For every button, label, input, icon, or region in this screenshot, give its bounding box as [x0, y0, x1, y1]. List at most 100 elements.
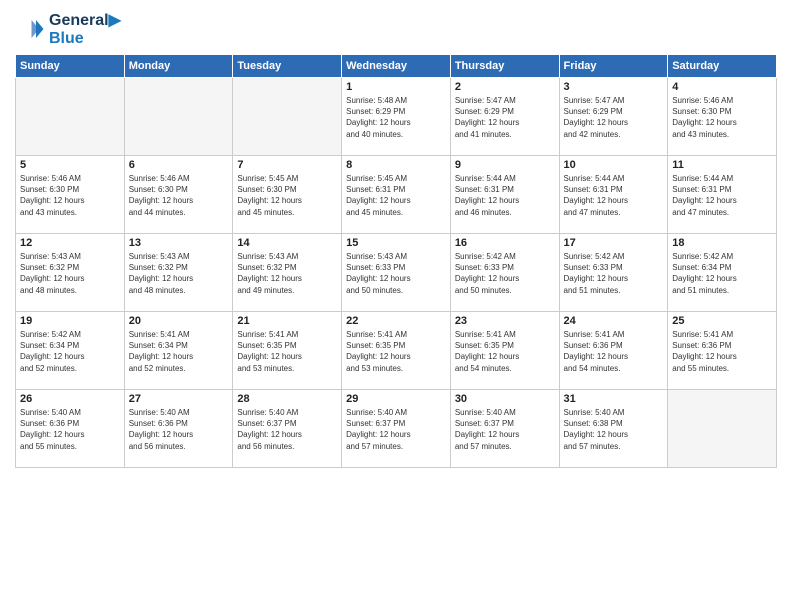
- calendar-cell: 31 Sunrise: 5:40 AM Sunset: 6:38 PM Dayli…: [559, 390, 668, 468]
- logo-icon: [15, 14, 45, 44]
- calendar-cell: 30 Sunrise: 5:40 AM Sunset: 6:37 PM Dayli…: [450, 390, 559, 468]
- calendar-cell: 27 Sunrise: 5:40 AM Sunset: 6:36 PM Dayli…: [124, 390, 233, 468]
- day-number: 2: [455, 81, 555, 93]
- calendar-cell: 12 Sunrise: 5:43 AM Sunset: 6:32 PM Dayli…: [16, 234, 125, 312]
- week-row-2: 5 Sunrise: 5:46 AM Sunset: 6:30 PM Daylig…: [16, 156, 777, 234]
- day-info: Sunrise: 5:42 AM Sunset: 6:33 PM Dayligh…: [455, 251, 555, 296]
- logo-text: General▶ Blue: [49, 10, 121, 48]
- day-info: Sunrise: 5:45 AM Sunset: 6:31 PM Dayligh…: [346, 173, 446, 218]
- day-info: Sunrise: 5:41 AM Sunset: 6:36 PM Dayligh…: [672, 329, 772, 374]
- weekday-header-thursday: Thursday: [450, 55, 559, 78]
- weekday-header-monday: Monday: [124, 55, 233, 78]
- calendar-cell: 13 Sunrise: 5:43 AM Sunset: 6:32 PM Dayli…: [124, 234, 233, 312]
- calendar-cell: 24 Sunrise: 5:41 AM Sunset: 6:36 PM Dayli…: [559, 312, 668, 390]
- day-number: 4: [672, 81, 772, 93]
- calendar-cell: 21 Sunrise: 5:41 AM Sunset: 6:35 PM Dayli…: [233, 312, 342, 390]
- day-number: 16: [455, 237, 555, 249]
- calendar-cell: 10Sunrise: 5:44 AM Sunset: 6:31 PM Dayli…: [559, 156, 668, 234]
- day-info: Sunrise: 5:40 AM Sunset: 6:37 PM Dayligh…: [455, 407, 555, 452]
- day-info: Sunrise: 5:42 AM Sunset: 6:34 PM Dayligh…: [672, 251, 772, 296]
- day-number: 9: [455, 159, 555, 171]
- day-info: Sunrise: 5:44 AM Sunset: 6:31 PM Dayligh…: [672, 173, 772, 218]
- day-number: 8: [346, 159, 446, 171]
- calendar-cell: 1Sunrise: 5:48 AM Sunset: 6:29 PM Daylig…: [342, 78, 451, 156]
- day-number: 3: [564, 81, 664, 93]
- calendar-table: SundayMondayTuesdayWednesdayThursdayFrid…: [15, 54, 777, 468]
- day-number: 22: [346, 315, 446, 327]
- day-info: Sunrise: 5:40 AM Sunset: 6:37 PM Dayligh…: [237, 407, 337, 452]
- day-number: 20: [129, 315, 229, 327]
- calendar-cell: [16, 78, 125, 156]
- day-number: 18: [672, 237, 772, 249]
- day-number: 5: [20, 159, 120, 171]
- day-info: Sunrise: 5:43 AM Sunset: 6:33 PM Dayligh…: [346, 251, 446, 296]
- day-info: Sunrise: 5:46 AM Sunset: 6:30 PM Dayligh…: [672, 95, 772, 140]
- day-number: 19: [20, 315, 120, 327]
- day-info: Sunrise: 5:42 AM Sunset: 6:34 PM Dayligh…: [20, 329, 120, 374]
- calendar-cell: 19 Sunrise: 5:42 AM Sunset: 6:34 PM Dayli…: [16, 312, 125, 390]
- week-row-1: 1Sunrise: 5:48 AM Sunset: 6:29 PM Daylig…: [16, 78, 777, 156]
- day-info: Sunrise: 5:40 AM Sunset: 6:38 PM Dayligh…: [564, 407, 664, 452]
- day-info: Sunrise: 5:43 AM Sunset: 6:32 PM Dayligh…: [129, 251, 229, 296]
- day-info: Sunrise: 5:44 AM Sunset: 6:31 PM Dayligh…: [564, 173, 664, 218]
- calendar-cell: 23 Sunrise: 5:41 AM Sunset: 6:35 PM Dayli…: [450, 312, 559, 390]
- calendar-cell: 26 Sunrise: 5:40 AM Sunset: 6:36 PM Dayli…: [16, 390, 125, 468]
- day-number: 6: [129, 159, 229, 171]
- day-number: 26: [20, 393, 120, 405]
- day-number: 21: [237, 315, 337, 327]
- day-info: Sunrise: 5:41 AM Sunset: 6:35 PM Dayligh…: [455, 329, 555, 374]
- calendar-cell: [233, 78, 342, 156]
- day-number: 15: [346, 237, 446, 249]
- day-number: 14: [237, 237, 337, 249]
- day-info: Sunrise: 5:43 AM Sunset: 6:32 PM Dayligh…: [20, 251, 120, 296]
- calendar-cell: 29 Sunrise: 5:40 AM Sunset: 6:37 PM Dayli…: [342, 390, 451, 468]
- calendar-cell: 4 Sunrise: 5:46 AM Sunset: 6:30 PM Daylig…: [668, 78, 777, 156]
- calendar-cell: 17 Sunrise: 5:42 AM Sunset: 6:33 PM Dayli…: [559, 234, 668, 312]
- day-info: Sunrise: 5:41 AM Sunset: 6:36 PM Dayligh…: [564, 329, 664, 374]
- day-info: Sunrise: 5:41 AM Sunset: 6:35 PM Dayligh…: [346, 329, 446, 374]
- calendar-cell: 22 Sunrise: 5:41 AM Sunset: 6:35 PM Dayli…: [342, 312, 451, 390]
- day-info: Sunrise: 5:40 AM Sunset: 6:36 PM Dayligh…: [129, 407, 229, 452]
- day-info: Sunrise: 5:41 AM Sunset: 6:35 PM Dayligh…: [237, 329, 337, 374]
- day-number: 24: [564, 315, 664, 327]
- weekday-header-row: SundayMondayTuesdayWednesdayThursdayFrid…: [16, 55, 777, 78]
- day-info: Sunrise: 5:41 AM Sunset: 6:34 PM Dayligh…: [129, 329, 229, 374]
- day-info: Sunrise: 5:40 AM Sunset: 6:37 PM Dayligh…: [346, 407, 446, 452]
- calendar-cell: 25 Sunrise: 5:41 AM Sunset: 6:36 PM Dayli…: [668, 312, 777, 390]
- week-row-4: 19 Sunrise: 5:42 AM Sunset: 6:34 PM Dayli…: [16, 312, 777, 390]
- calendar-cell: 18 Sunrise: 5:42 AM Sunset: 6:34 PM Dayli…: [668, 234, 777, 312]
- weekday-header-tuesday: Tuesday: [233, 55, 342, 78]
- weekday-header-sunday: Sunday: [16, 55, 125, 78]
- day-info: Sunrise: 5:47 AM Sunset: 6:29 PM Dayligh…: [455, 95, 555, 140]
- week-row-5: 26 Sunrise: 5:40 AM Sunset: 6:36 PM Dayli…: [16, 390, 777, 468]
- day-number: 30: [455, 393, 555, 405]
- day-number: 13: [129, 237, 229, 249]
- day-number: 11: [672, 159, 772, 171]
- day-info: Sunrise: 5:44 AM Sunset: 6:31 PM Dayligh…: [455, 173, 555, 218]
- calendar-cell: 7Sunrise: 5:45 AM Sunset: 6:30 PM Daylig…: [233, 156, 342, 234]
- day-info: Sunrise: 5:47 AM Sunset: 6:29 PM Dayligh…: [564, 95, 664, 140]
- day-number: 12: [20, 237, 120, 249]
- calendar-cell: 15 Sunrise: 5:43 AM Sunset: 6:33 PM Dayli…: [342, 234, 451, 312]
- day-number: 17: [564, 237, 664, 249]
- weekday-header-saturday: Saturday: [668, 55, 777, 78]
- calendar-cell: 5 Sunrise: 5:46 AM Sunset: 6:30 PM Daylig…: [16, 156, 125, 234]
- day-info: Sunrise: 5:43 AM Sunset: 6:32 PM Dayligh…: [237, 251, 337, 296]
- day-info: Sunrise: 5:42 AM Sunset: 6:33 PM Dayligh…: [564, 251, 664, 296]
- day-number: 25: [672, 315, 772, 327]
- day-number: 1: [346, 81, 446, 93]
- calendar-cell: 20 Sunrise: 5:41 AM Sunset: 6:34 PM Dayli…: [124, 312, 233, 390]
- day-info: Sunrise: 5:40 AM Sunset: 6:36 PM Dayligh…: [20, 407, 120, 452]
- day-number: 23: [455, 315, 555, 327]
- day-number: 7: [237, 159, 337, 171]
- day-number: 27: [129, 393, 229, 405]
- day-number: 29: [346, 393, 446, 405]
- day-info: Sunrise: 5:46 AM Sunset: 6:30 PM Dayligh…: [20, 173, 120, 218]
- calendar-cell: 2 Sunrise: 5:47 AM Sunset: 6:29 PM Daylig…: [450, 78, 559, 156]
- weekday-header-friday: Friday: [559, 55, 668, 78]
- day-number: 31: [564, 393, 664, 405]
- weekday-header-wednesday: Wednesday: [342, 55, 451, 78]
- calendar-cell: [124, 78, 233, 156]
- day-number: 28: [237, 393, 337, 405]
- calendar-cell: 8 Sunrise: 5:45 AM Sunset: 6:31 PM Daylig…: [342, 156, 451, 234]
